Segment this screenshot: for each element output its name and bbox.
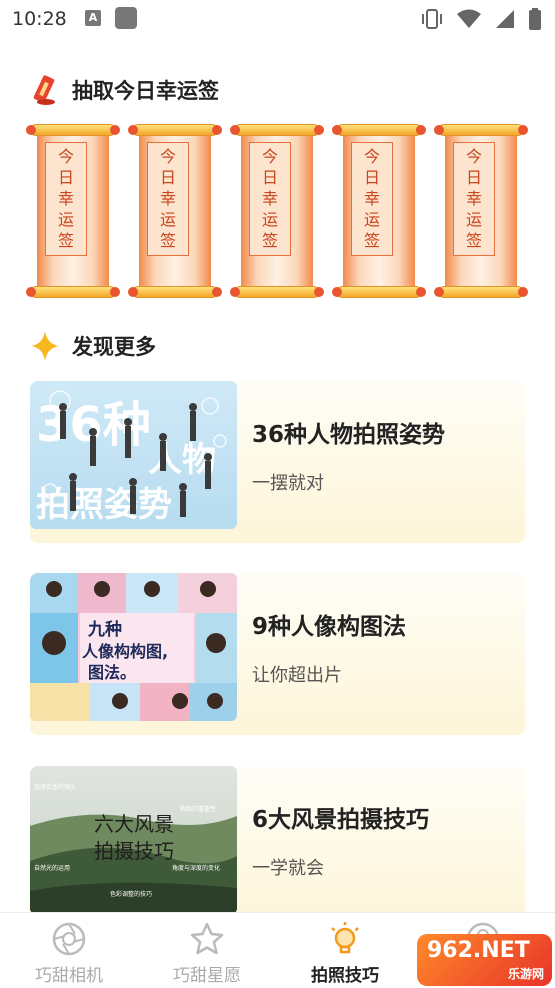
- scroll-char: 幸: [465, 188, 482, 208]
- fortune-scroll-label: 今 日 幸 运 签: [351, 142, 393, 256]
- lightbulb-icon: [331, 922, 359, 954]
- tip-card-subtitle: 让你超出片: [252, 665, 342, 686]
- wifi-icon: [457, 9, 481, 28]
- thumb-text: 拍照姿势: [36, 485, 172, 525]
- fortune-scroll[interactable]: 今 日 幸 运 签: [332, 122, 426, 300]
- scroll-char: 签: [159, 230, 176, 250]
- tip-card-title: 6大风景拍摄技巧: [252, 807, 430, 833]
- notification-a-icon: A: [85, 10, 101, 26]
- status-icons: [421, 8, 541, 30]
- fortune-section-title: 抽取今日幸运签: [72, 79, 219, 103]
- scroll-char: 运: [465, 209, 482, 229]
- fortune-scroll[interactable]: 今 日 幸 运 签: [434, 122, 528, 300]
- watermark-sub: 乐游网: [507, 967, 544, 981]
- scroll-char: 今: [159, 147, 176, 167]
- scroll-char: 今: [57, 147, 74, 167]
- fortune-section-header: 抽取今日幸运签: [30, 74, 219, 106]
- thumb-text: 六大风景: [94, 812, 174, 836]
- scroll-char: 运: [159, 209, 176, 229]
- scroll-char: 幸: [261, 188, 278, 208]
- poses-thumbnail-art: 36种 人物 拍照姿势: [36, 390, 227, 525]
- scroll-char: 运: [261, 209, 278, 229]
- tip-card-thumbnail: 六大风景 拍摄技巧 选择合适的镜头 构图的重要性 自然光的运用 角度与深度的变化…: [30, 766, 237, 914]
- tip-card-poses[interactable]: 36种 人物 拍照姿势 36种人物拍照姿势 一摆就对: [30, 381, 525, 543]
- scroll-char: 今: [465, 147, 482, 167]
- fortune-scroll-label: 今 日 幸 运 签: [453, 142, 495, 256]
- vibrate-icon: [422, 9, 442, 29]
- thumb-tag: 色彩调整的技巧: [110, 890, 152, 898]
- tip-card-title: 36种人物拍照姿势: [252, 422, 446, 448]
- thumb-tag: 自然光的运用: [34, 864, 70, 872]
- tab-wish[interactable]: 巧甜星愿: [138, 913, 276, 988]
- scroll-char: 签: [465, 230, 482, 250]
- tab-camera[interactable]: 巧甜相机: [0, 913, 138, 988]
- fortune-scroll-label: 今 日 幸 运 签: [45, 142, 87, 256]
- thumb-text: 人像构构图,: [82, 642, 168, 661]
- landscape-thumbnail-art: 六大风景 拍摄技巧 选择合适的镜头 构图的重要性 自然光的运用 角度与深度的变化…: [30, 783, 237, 914]
- scroll-char: 日: [465, 168, 482, 188]
- tip-card-title: 9种人像构图法: [252, 614, 407, 640]
- discover-section-header: 发现更多: [30, 330, 156, 362]
- camera-aperture-icon: [52, 922, 86, 956]
- scroll-char: 签: [363, 230, 380, 250]
- fortune-scroll-row: 今 日 幸 运 签 今 日 幸 运 签 今 日 幸 运 签 今 日 幸 运 签 …: [26, 122, 528, 300]
- cell-signal-icon: [496, 10, 514, 28]
- star-icon: [190, 922, 224, 955]
- tip-card-landscape[interactable]: 六大风景 拍摄技巧 选择合适的镜头 构图的重要性 自然光的运用 角度与深度的变化…: [30, 766, 525, 928]
- tip-card-thumbnail: 九种 人像构构图, 图法。: [30, 573, 237, 721]
- battery-icon: [529, 8, 541, 30]
- tab-label: 巧甜星愿: [173, 966, 241, 986]
- composition-thumbnail-art: 九种 人像构构图, 图法。: [30, 573, 237, 721]
- watermark-main: 962.NET: [427, 938, 530, 963]
- fortune-scroll-label: 今 日 幸 运 签: [147, 142, 189, 256]
- scroll-char: 日: [57, 168, 74, 188]
- scroll-char: 今: [261, 147, 278, 167]
- scroll-char: 日: [159, 168, 176, 188]
- tip-card-subtitle: 一摆就对: [252, 473, 324, 494]
- thumb-tag: 选择合适的镜头: [34, 783, 76, 791]
- scroll-char: 签: [261, 230, 278, 250]
- fortune-scroll-label: 今 日 幸 运 签: [249, 142, 291, 256]
- status-time: 10:28: [12, 8, 67, 30]
- fortune-scroll[interactable]: 今 日 幸 运 签: [128, 122, 222, 300]
- scroll-char: 今: [363, 147, 380, 167]
- tip-card-subtitle: 一学就会: [252, 858, 324, 879]
- fortune-stick-icon: [33, 75, 55, 105]
- scroll-char: 签: [57, 230, 74, 250]
- thumb-text: 拍摄技巧: [94, 839, 174, 863]
- fortune-scroll[interactable]: 今 日 幸 运 签: [26, 122, 120, 300]
- sparkle-icon: [31, 331, 59, 361]
- scroll-char: 运: [363, 209, 380, 229]
- scroll-char: 日: [261, 168, 278, 188]
- scroll-char: 幸: [57, 188, 74, 208]
- tab-label: 巧甜相机: [35, 966, 103, 986]
- tab-label: 拍照技巧: [311, 966, 379, 986]
- status-bar: 10:28 A: [0, 0, 555, 38]
- scroll-char: 运: [57, 209, 74, 229]
- thumb-tag: 构图的重要性: [180, 805, 216, 813]
- scroll-char: 幸: [159, 188, 176, 208]
- discover-section-title: 发现更多: [72, 335, 156, 359]
- tab-photo-tips[interactable]: 拍照技巧: [276, 913, 414, 988]
- scroll-char: 幸: [363, 188, 380, 208]
- tip-card-composition[interactable]: 九种 人像构构图, 图法。 9种人像构图法 让你超出片: [30, 573, 525, 735]
- notification-square-icon: [115, 7, 137, 29]
- scroll-char: 日: [363, 168, 380, 188]
- thumb-text: 九种: [87, 619, 122, 640]
- thumb-tag: 角度与深度的变化: [172, 864, 220, 872]
- fortune-scroll[interactable]: 今 日 幸 运 签: [230, 122, 324, 300]
- watermark-logo: 962.NET 乐游网: [417, 934, 552, 986]
- thumb-text: 图法。: [88, 663, 136, 682]
- tip-card-thumbnail: 36种 人物 拍照姿势: [30, 381, 237, 529]
